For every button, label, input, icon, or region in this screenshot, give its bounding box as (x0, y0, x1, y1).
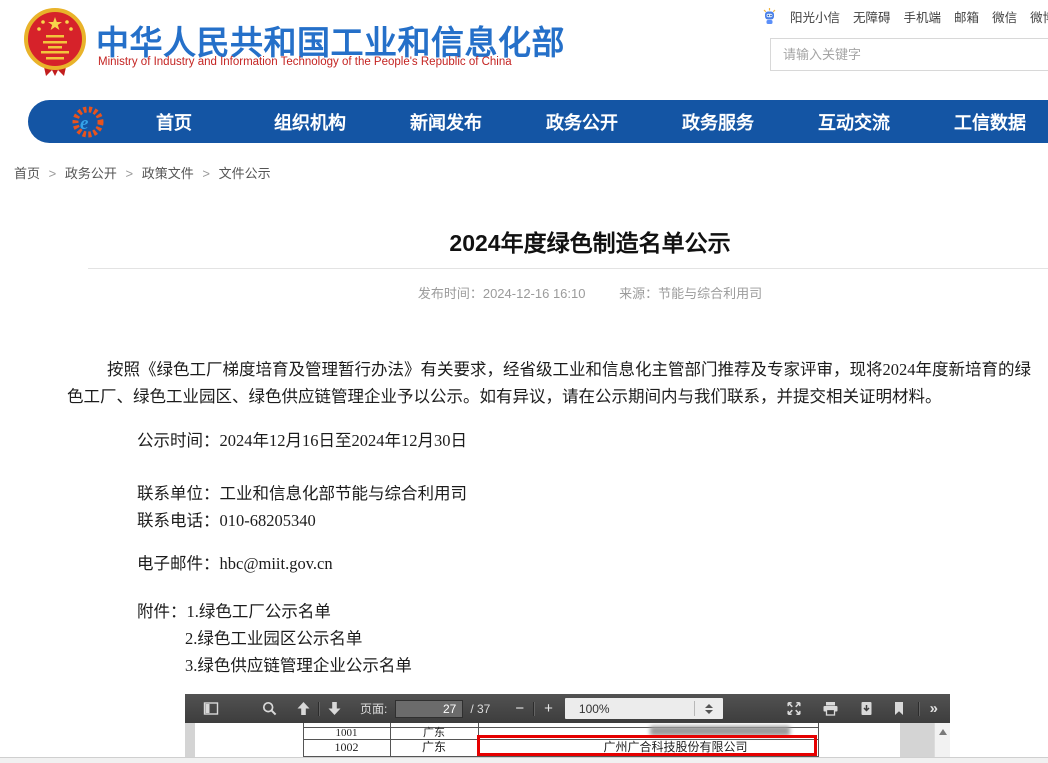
quick-link-mail[interactable]: 邮箱 (954, 7, 979, 26)
intro-paragraph: 按照《绿色工厂梯度培育及管理暂行办法》有关要求，经省级工业和信息化主管部门推荐及… (67, 356, 1035, 410)
page-number-input[interactable] (395, 700, 463, 718)
quick-links: 阳光小信 无障碍 手机端 邮箱 微信 微博 (762, 7, 1048, 26)
article-divider (88, 268, 1048, 269)
sidebar-toggle-button[interactable] (203, 701, 219, 716)
print-button[interactable] (822, 701, 839, 716)
quick-link-wechat[interactable]: 微信 (992, 7, 1017, 26)
page-down-button[interactable] (327, 701, 342, 716)
breadcrumb: 首页 > 政务公开 > 政策文件 > 文件公示 (14, 163, 271, 182)
contact-unit: 联系单位：工业和信息化部节能与综合利用司 (67, 480, 1035, 507)
breadcrumb-home[interactable]: 首页 (14, 166, 40, 181)
table-cell-no: 1001 (303, 728, 390, 739)
mascot-icon (762, 8, 777, 25)
site-subtitle: Ministry of Industry and Information Tec… (98, 56, 512, 68)
toolbar-divider (533, 702, 535, 716)
download-button[interactable] (859, 701, 874, 716)
breadcrumb-policy-docs[interactable]: 政策文件 (142, 166, 194, 181)
attachment-1[interactable]: 1.绿色工厂公示名单 (187, 602, 331, 621)
svg-text:e: e (80, 113, 89, 134)
breadcrumb-separator: > (49, 166, 57, 181)
toolbar-divider (318, 702, 320, 716)
nav-item-organization[interactable]: 组织机构 (242, 109, 378, 135)
highlight-red-box (477, 735, 817, 756)
nav-item-interaction[interactable]: 互动交流 (786, 109, 922, 135)
pdf-viewer: 页面: / 37 − + 100% (185, 694, 950, 763)
miit-gear-logo-icon: e (70, 104, 106, 140)
contact-email: 电子邮件：hbc@miit.gov.cn (67, 550, 1035, 577)
nav-item-data[interactable]: 工信数据 (922, 109, 1048, 135)
search-input[interactable] (771, 39, 1048, 70)
toolbar-divider (918, 702, 920, 716)
zoom-out-button[interactable]: − (515, 700, 524, 717)
page-up-button[interactable] (296, 701, 311, 716)
article-meta: 发布时间：2024-12-16 16:10 来源：节能与综合利用司 (88, 283, 1048, 302)
quick-link-accessibility[interactable]: 无障碍 (853, 7, 891, 26)
quick-link-weibo[interactable]: 微博 (1030, 7, 1048, 26)
article-source: 来源：节能与综合利用司 (619, 286, 762, 301)
bookmark-button[interactable] (893, 701, 905, 716)
publish-time: 发布时间：2024-12-16 16:10 (418, 286, 586, 301)
nav-item-home[interactable]: 首页 (106, 109, 242, 135)
nav-item-gov-services[interactable]: 政务服务 (650, 109, 786, 135)
pdf-toolbar: 页面: / 37 − + 100% (185, 694, 950, 723)
table-border (818, 723, 819, 758)
breadcrumb-separator: > (202, 166, 210, 181)
contact-phone: 联系电话：010-68205340 (67, 507, 1035, 534)
national-emblem-icon (22, 8, 88, 78)
page-label: 页面: (360, 700, 387, 717)
more-tools-button[interactable]: » (930, 700, 938, 717)
zoom-spinner-icon[interactable] (695, 704, 723, 714)
nav-item-news[interactable]: 新闻发布 (378, 109, 514, 135)
attachments-label: 附件： (137, 602, 187, 621)
quick-link-sunshine[interactable]: 阳光小信 (790, 7, 840, 26)
fullscreen-button[interactable] (786, 701, 802, 716)
table-cell-province: 广东 (390, 739, 478, 756)
nav-item-gov-disclosure[interactable]: 政务公开 (514, 109, 650, 135)
main-nav: e 首页 组织机构 新闻发布 政务公开 政务服务 互动交流 工信数据 (28, 100, 1048, 143)
search-icon[interactable] (262, 701, 277, 716)
attachment-2[interactable]: 2.绿色工业园区公示名单 (67, 625, 1035, 652)
breadcrumb-gov-disclosure[interactable]: 政务公开 (65, 166, 117, 181)
article-body: 按照《绿色工厂梯度培育及管理暂行办法》有关要求，经省级工业和信息化主管部门推荐及… (67, 356, 1035, 679)
zoom-level-select[interactable]: 100% (565, 698, 723, 719)
site-header: 中华人民共和国工业和信息化部 Ministry of Industry and … (0, 0, 1048, 96)
scroll-up-icon[interactable] (939, 729, 947, 735)
miit-webpage: 中华人民共和国工业和信息化部 Ministry of Industry and … (0, 0, 1048, 763)
search-box (770, 38, 1048, 71)
public-period: 公示时间：2024年12月16日至2024年12月30日 (67, 427, 1035, 454)
horizontal-scrollbar-track[interactable] (0, 757, 1048, 763)
article-title: 2024年度绿色制造名单公示 (88, 224, 1048, 258)
quick-link-mobile[interactable]: 手机端 (904, 7, 942, 26)
table-cell-province: 广东 (390, 728, 478, 739)
table-cell-no: 1002 (303, 739, 390, 756)
attachment-3[interactable]: 3.绿色供应链管理企业公示名单 (67, 652, 1035, 679)
toolbar-right-group: » (786, 700, 950, 717)
attachments-line: 附件：1.绿色工厂公示名单 (67, 598, 1035, 625)
breadcrumb-current: 文件公示 (219, 166, 271, 181)
zoom-level-value: 100% (565, 702, 694, 716)
page-total: / 37 (470, 702, 490, 716)
zoom-in-button[interactable]: + (544, 700, 553, 717)
breadcrumb-separator: > (126, 166, 134, 181)
